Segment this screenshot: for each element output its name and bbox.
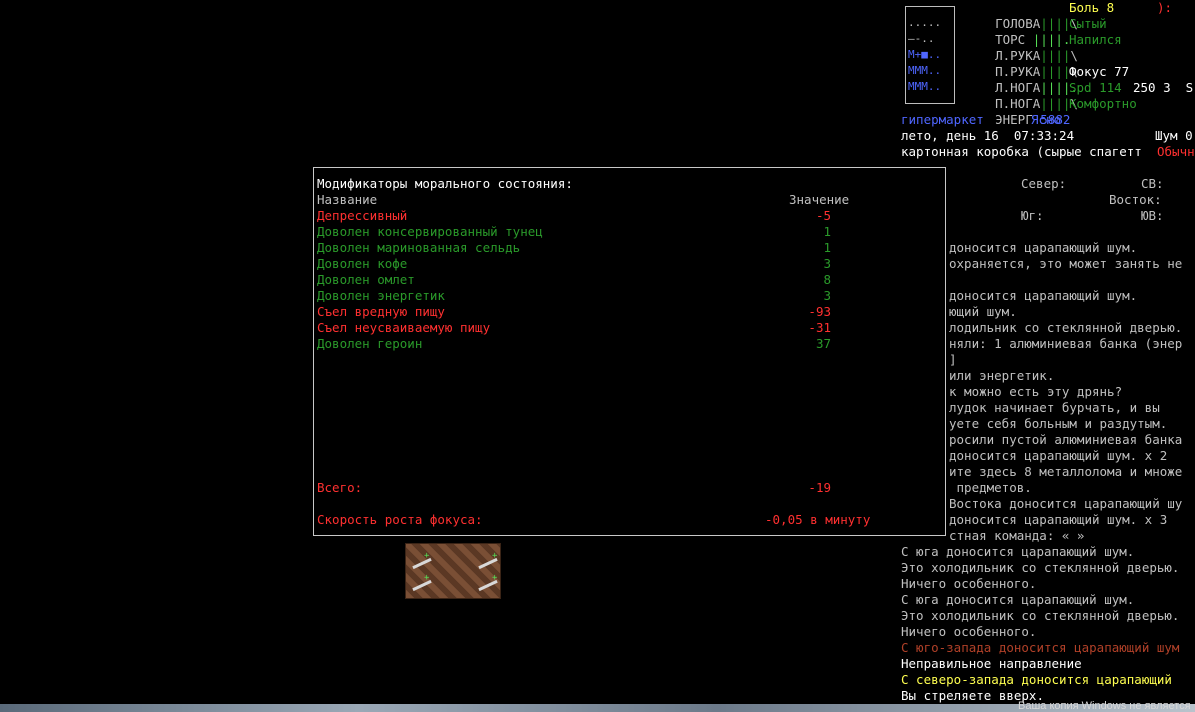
log-line: охраняется, это может занять не xyxy=(949,256,1183,271)
log-line: Это холодильник со стеклянной дверью. xyxy=(901,560,1180,575)
log-line: ите здесь 8 металлолома и множе xyxy=(949,464,1183,479)
modifier-name: Доволен консервированный тунец xyxy=(317,224,543,239)
column-header-name: Название xyxy=(317,192,378,207)
modifier-value: 3 xyxy=(823,288,831,303)
modifier-name: Депрессивный xyxy=(317,208,408,223)
date-time: лето, день 16 07:33:24 xyxy=(901,128,1075,143)
log-line: ] xyxy=(949,352,957,367)
log-line: доносится царапающий шум. xyxy=(949,240,1138,255)
log-line: стная команда: « » xyxy=(949,528,1085,543)
plus-marker-icon: + xyxy=(492,551,498,561)
modifier-value: -93 xyxy=(808,304,831,319)
location-name: гипермаркет xyxy=(901,112,984,127)
compass-north: Север: xyxy=(1021,176,1067,191)
modifier-value: 8 xyxy=(823,272,831,287)
dialog-title: Модификаторы морального состояния: xyxy=(317,176,573,191)
modifier-value: -31 xyxy=(808,320,831,335)
log-line: С юга доносится царапающий шум. xyxy=(901,544,1135,559)
energy-label: ЭНЕРГ xyxy=(995,112,1033,127)
pain-indicator: Боль 8 xyxy=(1069,0,1115,15)
plus-marker-icon: + xyxy=(424,551,430,561)
log-line: С юга доносится царапающий шум. xyxy=(901,592,1135,607)
modifier-value: -5 xyxy=(815,208,831,223)
morale-row[interactable]: Доволен консервированный тунец 1 xyxy=(317,224,937,240)
log-line: С северо-запада доносится царапающий xyxy=(901,672,1172,687)
focus-rate-label: Скорость роста фокуса: xyxy=(317,512,483,527)
noise-level: Шум 0 xyxy=(1155,128,1193,143)
morale-row[interactable]: Доволен омлет 8 xyxy=(317,272,937,288)
minimap-row: —-.. xyxy=(908,32,935,45)
move-stats: 250 3 S xyxy=(1133,80,1194,95)
map-tile-floor-with-items[interactable]: + + + + xyxy=(405,543,501,599)
compass-south: Юг: xyxy=(1021,208,1044,223)
morale-row[interactable]: Доволен героин 37 xyxy=(317,336,937,352)
focus-stat: Фокус 77 xyxy=(1069,64,1130,79)
modifier-value: 37 xyxy=(815,336,831,351)
log-line: доносится царапающий шум. x 2 xyxy=(949,448,1168,463)
hunger-status: Сытый xyxy=(1069,16,1107,31)
header-row: Название Значение xyxy=(317,192,937,208)
minimap-row: ..... xyxy=(908,16,942,29)
plus-marker-icon: + xyxy=(424,573,430,583)
dialog-title-row: Модификаторы морального состояния: xyxy=(317,176,937,192)
log-line: к можно есть эту дрянь? xyxy=(949,384,1123,399)
modifier-name: Съел неусваиваемую пищу xyxy=(317,320,491,335)
compass-east: Восток: xyxy=(1109,192,1162,207)
modifier-name: Доволен кофе xyxy=(317,256,408,271)
log-line: няли: 1 алюминиевая банка (энер xyxy=(949,336,1183,351)
focus-rate-row: Скорость роста фокуса: -0,05 в минуту xyxy=(317,512,937,528)
log-line: лудок начинает бурчать, и вы xyxy=(949,400,1160,415)
morale-row[interactable]: Доволен маринованная сельдь 1 xyxy=(317,240,937,256)
modifier-value: 3 xyxy=(823,256,831,271)
ground-item-state: Обычн xyxy=(1157,144,1195,159)
morale-row[interactable]: Доволен кофе 3 xyxy=(317,256,937,272)
modifier-name: Доволен энергетик xyxy=(317,288,445,303)
compass-northeast: СВ: xyxy=(1141,176,1164,191)
modifier-name: Доволен героин xyxy=(317,336,423,351)
log-line: Ничего особенного. xyxy=(901,624,1037,639)
pain-face: ): xyxy=(1157,0,1173,15)
log-line: С юго-запада доносится царапающий шум xyxy=(901,640,1180,655)
total-value: -19 xyxy=(808,480,831,495)
comfort-status: Комфортно xyxy=(1069,96,1137,111)
modifier-name: Доволен омлет xyxy=(317,272,415,287)
compass-southeast: ЮВ: xyxy=(1141,208,1164,223)
thirst-status: Напился xyxy=(1069,32,1122,47)
log-line: доносится царапающий шум. xyxy=(949,288,1138,303)
morale-row[interactable]: Съел неусваиваемую пищу -31 xyxy=(317,320,937,336)
modifier-value: 1 xyxy=(823,224,831,239)
log-line: или энергетик. xyxy=(949,368,1055,383)
log-line: уете себя больным и раздутым. xyxy=(949,416,1168,431)
log-line: Востока доносится царапающий шу xyxy=(949,496,1183,511)
morale-row[interactable]: Съел вредную пищу -93 xyxy=(317,304,937,320)
log-line: предметов. xyxy=(949,480,1032,495)
body-minimap: ..... —-.. M+■.. MMM.. MMM.. xyxy=(905,6,955,104)
log-line: доносится царапающий шум. x 3 xyxy=(949,512,1168,527)
minimap-row: MMM.. xyxy=(908,80,942,93)
log-line: ющий шум. xyxy=(949,304,1017,319)
minimap-row: MMM.. xyxy=(908,64,942,77)
log-line: лодильник со стеклянной дверью. xyxy=(949,320,1183,335)
windows-activation-watermark: Ваша копия Windows не является xyxy=(1018,700,1191,712)
log-line: Неправильное направление xyxy=(901,656,1082,671)
morale-row[interactable]: Депрессивный -5 xyxy=(317,208,937,224)
modifier-name: Съел вредную пищу xyxy=(317,304,445,319)
log-line: Это холодильник со стеклянной дверью. xyxy=(901,608,1180,623)
desktop-strip xyxy=(0,704,1195,712)
morale-modifiers-dialog[interactable]: Модификаторы морального состояния: Назва… xyxy=(313,167,946,536)
weather-status: Ясно xyxy=(1031,112,1062,127)
modifier-name: Доволен маринованная сельдь xyxy=(317,240,521,255)
log-line: росили пустой алюминиевая банка xyxy=(949,432,1183,447)
ground-item: картонная коробка (сырые спагетт xyxy=(901,144,1142,159)
total-label: Всего: xyxy=(317,480,363,495)
morale-row[interactable]: Доволен энергетик 3 xyxy=(317,288,937,304)
focus-rate-value: -0,05 в минуту xyxy=(765,512,871,527)
minimap-row: M+■.. xyxy=(908,48,942,61)
total-row: Всего: -19 xyxy=(317,480,937,496)
speed-stat: Spd 114 xyxy=(1069,80,1122,95)
log-line: Ничего особенного. xyxy=(901,576,1037,591)
plus-marker-icon: + xyxy=(492,573,498,583)
modifier-value: 1 xyxy=(823,240,831,255)
column-header-value: Значение xyxy=(789,192,850,207)
